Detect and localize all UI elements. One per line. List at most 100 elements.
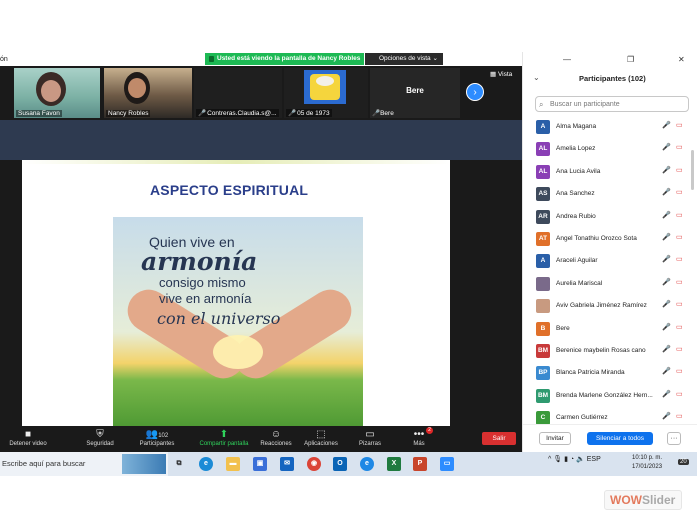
wifi-icon[interactable]: ◔ (570, 456, 574, 463)
video-off-icon[interactable]: ▭ (676, 143, 683, 151)
mic-muted-icon[interactable]: 🎤 (662, 323, 671, 331)
video-off-icon[interactable]: ▭ (676, 390, 683, 398)
participants-button[interactable]: 👥102 Participantes (134, 429, 180, 447)
video-tile-contreras[interactable]: 🎤Contreras.Claudia.s@... (194, 68, 282, 118)
grid-icon: ▦ (490, 71, 498, 78)
battery-icon[interactable]: ▮ (564, 456, 568, 463)
internet-explorer-icon[interactable]: e (360, 457, 374, 471)
mic-muted-icon[interactable]: 🎤 (662, 121, 671, 129)
participant-row[interactable]: BM Brenda Marlene González Hern... 🎤 ▭ (523, 385, 697, 407)
video-off-icon[interactable]: ▭ (676, 188, 683, 196)
participant-row[interactable]: BP Blanca Patricia Miranda 🎤 ▭ (523, 362, 697, 384)
participant-avatar: AR (536, 209, 550, 224)
chevron-right-icon: › (473, 87, 477, 98)
apps-button[interactable]: ⬚ Aplicaciones (299, 429, 343, 447)
video-off-icon[interactable]: ▭ (676, 345, 683, 353)
video-tile-name: 05 de 1973 (297, 110, 330, 117)
participant-avatar: BM (536, 388, 550, 403)
video-off-icon[interactable]: ▭ (676, 255, 683, 263)
volume-icon[interactable]: 🔈 (576, 456, 585, 463)
reactions-button[interactable]: ☺ Reacciones (256, 429, 296, 447)
chevron-down-icon[interactable]: ⌄ (533, 73, 540, 82)
security-button[interactable]: ⛨ Seguridad (80, 429, 120, 447)
participant-row[interactable]: AT Angel Tonathiu Orozco Sota 🎤 ▭ (523, 228, 697, 250)
participant-row[interactable]: AL Amelia Lopez 🎤 ▭ (523, 138, 697, 160)
task-view-icon[interactable]: ⧉ (172, 457, 186, 471)
video-off-icon[interactable]: ▭ (676, 367, 683, 375)
video-off-icon[interactable]: ▭ (676, 211, 683, 219)
video-off-icon[interactable]: ▭ (676, 300, 683, 308)
mic-muted-icon[interactable]: 🎤 (662, 390, 671, 398)
participant-avatar: AL (536, 142, 550, 157)
powerpoint-icon[interactable]: P (413, 457, 427, 471)
close-icon[interactable]: ✕ (678, 55, 685, 64)
video-off-icon[interactable]: ▭ (676, 412, 683, 420)
video-off-icon[interactable]: ▭ (676, 121, 683, 129)
share-screen-button[interactable]: ⬆ Compartir pantalla (192, 429, 256, 447)
edge-browser-icon[interactable]: e (199, 457, 213, 471)
video-off-icon[interactable]: ▭ (676, 323, 683, 331)
video-tile-name-wrap: 🎤05 de 1973 (286, 109, 332, 117)
share-screen-icon (209, 56, 214, 62)
mic-muted-icon[interactable]: 🎤 (662, 412, 671, 420)
stop-video-button[interactable]: ■ Detener video (6, 429, 50, 447)
participant-row[interactable]: Aviv Gabriela Jiménez Ramírez 🎤 ▭ (523, 295, 697, 317)
chrome-icon[interactable]: ◉ (307, 457, 321, 471)
taskbar-clock[interactable]: 10:10 p. m. 17/01/2023 (632, 454, 662, 472)
language-indicator[interactable]: ESP (587, 456, 601, 463)
participant-row[interactable]: AL Ana Lucia Avila 🎤 ▭ (523, 161, 697, 183)
zoom-app-icon[interactable]: ▭ (440, 457, 454, 471)
whiteboards-button[interactable]: ▭ Pizarras (352, 429, 388, 447)
chevron-up-icon[interactable]: ^ (548, 456, 551, 463)
mic-muted-icon[interactable]: 🎤 (662, 345, 671, 353)
minimize-icon[interactable]: — (563, 55, 571, 64)
mic-muted-icon[interactable]: 🎤 (662, 367, 671, 375)
mail-icon[interactable]: ✉ (280, 457, 294, 471)
participant-search-input[interactable]: ⌕ Buscar un participante (535, 96, 689, 112)
outlook-icon[interactable]: O (333, 457, 347, 471)
participants-title: Participantes (102) (579, 74, 646, 83)
mute-all-button[interactable]: Silenciar a todos (587, 432, 653, 445)
mic-muted-icon[interactable]: 🎤 (662, 143, 671, 151)
participant-row[interactable]: AR Andrea Rubio 🎤 ▭ (523, 206, 697, 228)
participant-row[interactable]: BM Berenice maybelin Rosas cano 🎤 ▭ (523, 340, 697, 362)
mic-muted-icon[interactable]: 🎤 (662, 166, 671, 174)
mic-muted-icon[interactable]: 🎤 (662, 255, 671, 263)
taskbar-date: 17/01/2023 (632, 464, 663, 470)
mic-muted-icon[interactable]: 🎤 (662, 278, 671, 286)
invite-button[interactable]: Invitar (539, 432, 571, 445)
participant-avatar: B (536, 321, 550, 336)
microphone-icon[interactable]: 🎙 (553, 456, 562, 463)
mic-muted-icon[interactable]: 🎤 (662, 188, 671, 196)
video-tile-bere[interactable]: Bere 🎤Bere (370, 68, 460, 118)
video-tile-name: Bere (380, 110, 394, 117)
participants-panel: — ❐ ✕ ⌄ Participantes (102) ⌕ Buscar un … (522, 52, 697, 452)
participant-list-scrollbar[interactable] (691, 150, 694, 190)
participant-row[interactable]: AS Ana Sanchez 🎤 ▭ (523, 183, 697, 205)
video-tile-1973[interactable]: 🎤05 de 1973 (284, 68, 368, 118)
restore-icon[interactable]: ❐ (627, 55, 634, 64)
participant-list: A Alma Magana 🎤 ▭ AL Amelia Lopez 🎤 ▭ AL Ana Luci… (523, 116, 697, 429)
video-off-icon[interactable]: ▭ (676, 233, 683, 241)
mic-muted-icon[interactable]: 🎤 (662, 211, 671, 219)
view-options-button[interactable]: Opciones de vista ⌄ (365, 53, 443, 65)
notification-count[interactable]: 20 (678, 459, 689, 465)
panel-more-button[interactable]: ··· (667, 432, 681, 445)
participant-row[interactable]: A Araceli Aguilar 🎤 ▭ (523, 250, 697, 272)
video-off-icon[interactable]: ▭ (676, 166, 683, 174)
next-page-button[interactable]: › (466, 83, 484, 101)
leave-button[interactable]: Salir (482, 432, 516, 445)
security-label: Seguridad (86, 441, 114, 447)
video-off-icon[interactable]: ▭ (676, 278, 683, 286)
file-explorer-icon[interactable]: ▬ (226, 457, 240, 471)
excel-icon[interactable]: X (387, 457, 401, 471)
video-tile-nancy[interactable]: Nancy Robles (104, 68, 192, 118)
participant-row[interactable]: Aurelia Mariscal 🎤 ▭ (523, 273, 697, 295)
mic-muted-icon[interactable]: 🎤 (662, 233, 671, 241)
video-tile-susana[interactable]: Susana Favon (14, 68, 100, 118)
participant-row[interactable]: B Bere 🎤 ▭ (523, 318, 697, 340)
participant-row[interactable]: A Alma Magana 🎤 ▭ (523, 116, 697, 138)
view-button[interactable]: ▦ Vista (490, 70, 512, 78)
store-icon[interactable]: ▣ (253, 457, 267, 471)
mic-muted-icon[interactable]: 🎤 (662, 300, 671, 308)
